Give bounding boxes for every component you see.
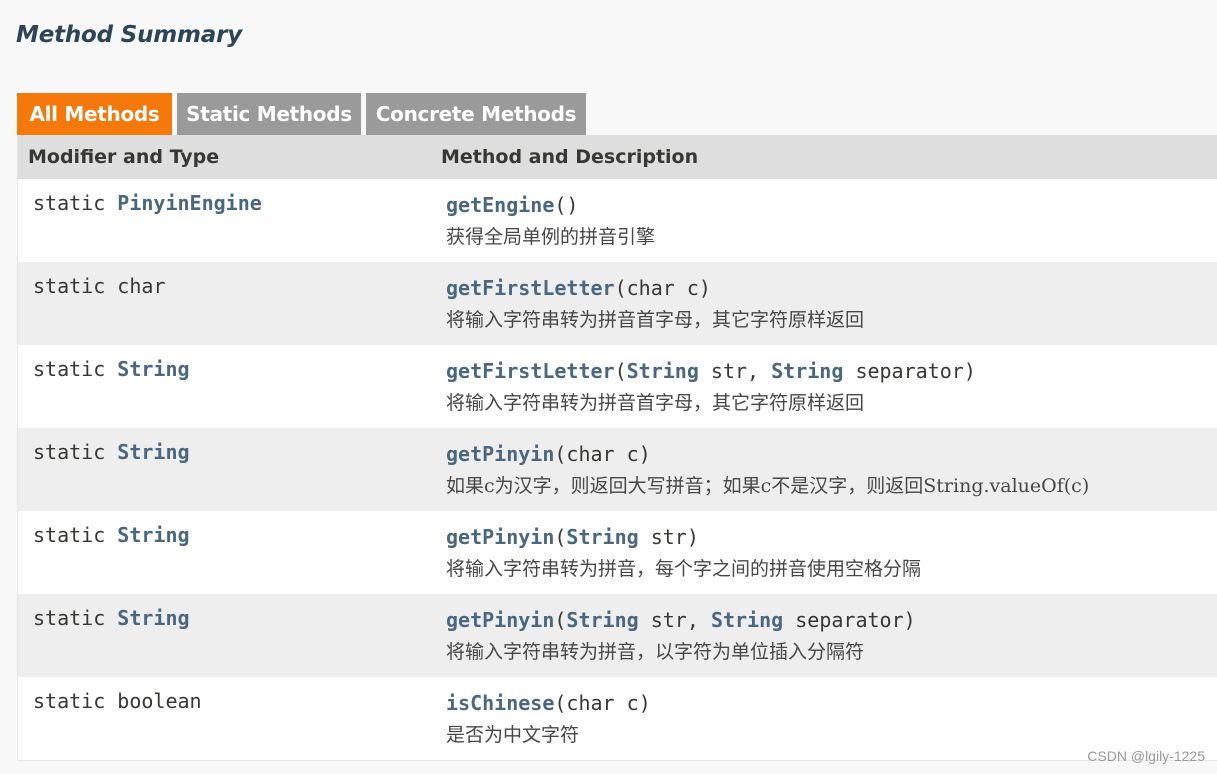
column-header-method: Method and Description bbox=[441, 146, 699, 168]
table-row: static String getPinyin(String str, Strin… bbox=[18, 594, 1217, 677]
param-name: c bbox=[686, 276, 699, 300]
param-type: char bbox=[566, 691, 615, 715]
table-header: Modifier and Type Method and Description bbox=[18, 135, 1217, 179]
modifier-cell: static String bbox=[18, 345, 430, 428]
return-type: char bbox=[117, 274, 166, 298]
page-title: Method Summary bbox=[16, 22, 243, 48]
param-type: char bbox=[566, 442, 615, 466]
modifier-cell: static String bbox=[18, 594, 430, 677]
method-description: 将输入字符串转为拼音首字母，其它字符原样返回 bbox=[446, 392, 865, 414]
method-tabs: All Methods Static Methods Concrete Meth… bbox=[17, 93, 586, 135]
modifier-cell: static String bbox=[18, 428, 430, 511]
tab-static-methods[interactable]: Static Methods bbox=[177, 93, 361, 135]
table-row: static char getFirstLetter(char c) 将输入字符串转… bbox=[18, 262, 1217, 345]
param-name: separator bbox=[795, 608, 904, 632]
modifier-cell: static char bbox=[18, 262, 430, 345]
method-name-link[interactable]: isChinese bbox=[446, 691, 554, 715]
method-signature: getFirstLetter(char c) bbox=[446, 276, 711, 300]
method-cell: getPinyin(char c) 如果c为汉字，则返回大写拼音；如果c不是汉字，… bbox=[430, 428, 1089, 511]
modifier-keyword: static bbox=[33, 191, 106, 215]
modifier-keyword: static bbox=[33, 357, 106, 381]
modifier-cell: static PinyinEngine bbox=[18, 179, 430, 262]
method-signature: getPinyin(char c) bbox=[446, 442, 651, 466]
param-type-link[interactable]: String bbox=[566, 525, 638, 549]
method-name-link[interactable]: getPinyin bbox=[446, 442, 554, 466]
param-name: c bbox=[626, 442, 639, 466]
table-row: static String getFirstLetter(String str, … bbox=[18, 345, 1217, 428]
return-type-link[interactable]: String bbox=[117, 440, 189, 464]
modifier-keyword: static bbox=[33, 606, 106, 630]
method-signature: getPinyin(String str) bbox=[446, 525, 699, 549]
return-type-link[interactable]: String bbox=[117, 606, 189, 630]
param-type: char bbox=[626, 276, 675, 300]
param-type-link[interactable]: String bbox=[711, 608, 783, 632]
method-name-link[interactable]: getFirstLetter bbox=[446, 359, 615, 383]
method-description: 是否为中文字符 bbox=[446, 724, 580, 746]
tab-concrete-methods[interactable]: Concrete Methods bbox=[366, 93, 586, 135]
table-row: static boolean isChinese(char c) 是否为中文字符 bbox=[18, 677, 1217, 760]
table-row: static PinyinEngine getEngine() 获得全局单例的拼音引… bbox=[18, 179, 1217, 262]
method-description: 获得全局单例的拼音引擎 bbox=[446, 226, 656, 248]
method-cell: getFirstLetter(String str, String separa… bbox=[430, 345, 976, 428]
method-name-link[interactable]: getPinyin bbox=[446, 608, 554, 632]
column-header-modifier: Modifier and Type bbox=[28, 146, 220, 168]
method-cell: getPinyin(String str) 将输入字符串转为拼音，每个字之间的拼音… bbox=[430, 511, 921, 594]
method-signature: getEngine() bbox=[446, 193, 579, 217]
method-name-link[interactable]: getPinyin bbox=[446, 525, 554, 549]
method-cell: isChinese(char c) 是否为中文字符 bbox=[430, 677, 651, 760]
method-signature: getPinyin(String str, String separator) bbox=[446, 608, 916, 632]
modifier-keyword: static bbox=[33, 523, 106, 547]
method-cell: getEngine() 获得全局单例的拼音引擎 bbox=[430, 179, 655, 262]
param-type-link[interactable]: String bbox=[566, 608, 638, 632]
modifier-keyword: static bbox=[33, 274, 106, 298]
method-description: 将输入字符串转为拼音，以字符为单位插入分隔符 bbox=[446, 641, 865, 663]
param-name: separator bbox=[855, 359, 964, 383]
method-signature: getFirstLetter(String str, String separa… bbox=[446, 359, 976, 383]
watermark: CSDN @lgily-1225 bbox=[1087, 748, 1205, 764]
table-row: static String getPinyin(char c) 如果c为汉字，则返回… bbox=[18, 428, 1217, 511]
method-cell: getFirstLetter(char c) 将输入字符串转为拼音首字母，其它字符… bbox=[430, 262, 864, 345]
param-type-link[interactable]: String bbox=[627, 359, 699, 383]
modifier-keyword: static bbox=[33, 689, 106, 713]
return-type-link[interactable]: String bbox=[117, 357, 189, 381]
method-summary-table: Modifier and Type Method and Description… bbox=[17, 135, 1217, 761]
method-name-link[interactable]: getFirstLetter bbox=[446, 276, 615, 300]
return-type-link[interactable]: PinyinEngine bbox=[117, 191, 262, 215]
method-name-link[interactable]: getEngine bbox=[446, 193, 554, 217]
method-cell: getPinyin(String str, String separator) 将… bbox=[430, 594, 916, 677]
table-body: static PinyinEngine getEngine() 获得全局单例的拼音引… bbox=[18, 179, 1217, 760]
tab-all-methods[interactable]: All Methods bbox=[17, 93, 172, 135]
method-signature: isChinese(char c) bbox=[446, 691, 651, 715]
param-name: str bbox=[650, 608, 687, 632]
param-name: c bbox=[626, 691, 639, 715]
return-type-link[interactable]: String bbox=[117, 523, 189, 547]
table-row: static String getPinyin(String str) 将输入字符串… bbox=[18, 511, 1217, 594]
param-name: str bbox=[710, 359, 748, 383]
param-type-link[interactable]: String bbox=[771, 359, 843, 383]
method-description: 如果c为汉字，则返回大写拼音；如果c不是汉字，则返回String.valueOf… bbox=[446, 475, 1090, 497]
return-type: boolean bbox=[117, 689, 202, 713]
param-name: str bbox=[650, 525, 687, 549]
method-description: 将输入字符串转为拼音，每个字之间的拼音使用空格分隔 bbox=[446, 558, 922, 580]
modifier-keyword: static bbox=[33, 440, 106, 464]
modifier-cell: static boolean bbox=[18, 677, 430, 760]
modifier-cell: static String bbox=[18, 511, 430, 594]
method-description: 将输入字符串转为拼音首字母，其它字符原样返回 bbox=[446, 309, 865, 331]
